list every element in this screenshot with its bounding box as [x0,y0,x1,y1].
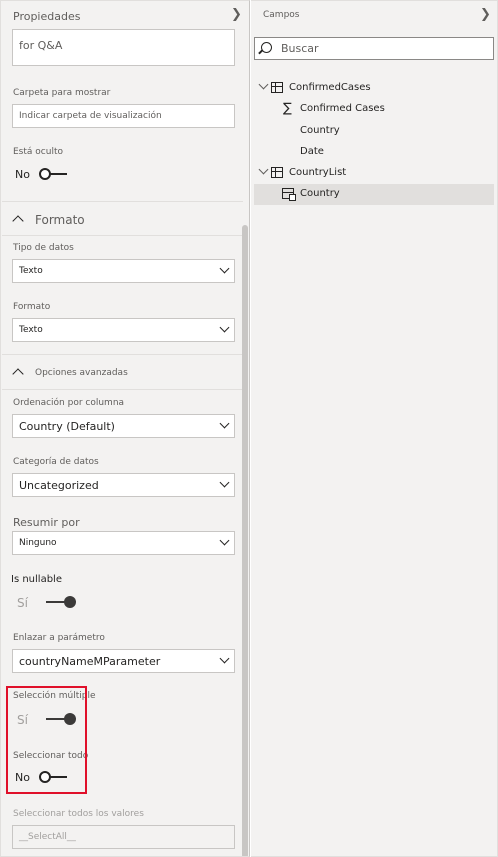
format-dropdown[interactable]: Texto [12,318,235,342]
expand-chevron-icon[interactable] [258,164,269,175]
sort-by-column-label: Ordenación por columna [13,398,125,408]
field-row-country[interactable]: Country [254,121,494,142]
qa-synonyms-field[interactable]: for Q&A [12,29,235,66]
hidden-label: Está oculto [13,147,63,157]
field-name: Confirmed Cases [300,103,385,114]
divider [2,389,243,390]
parameter-field-icon [282,188,296,201]
display-folder-input[interactable]: Indicar carpeta de visualización [12,104,235,128]
data-category-label: Categoría de datos [13,457,99,467]
field-row-date[interactable]: Date [254,142,494,163]
summarize-by-label: Resumir por [13,516,80,529]
chevron-down-icon [219,535,230,546]
hidden-state: No [15,168,30,181]
summarize-by-value: Ninguno [19,538,57,548]
field-name: Country [300,125,340,136]
select-all-values-label: Seleccionar todos los valores [13,809,144,819]
data-category-value: Uncategorized [19,479,99,492]
divider [2,354,243,355]
divider [2,201,243,202]
properties-title: Propiedades [13,10,81,23]
fields-pane: Campos ❯ Buscar ConfirmedCases ∑ Confirm… [251,0,498,857]
properties-pane: Propiedades ❯ for Q&A Carpeta para mostr… [0,0,250,857]
table-row-countrylist[interactable]: CountryList [254,163,494,184]
sort-by-column-dropdown[interactable]: Country (Default) [12,414,235,438]
table-row-confirmedcases[interactable]: ConfirmedCases [254,78,494,99]
nullable-toggle[interactable] [46,596,76,608]
field-name: Country [300,188,340,199]
bind-to-parameter-label: Enlazar a parámetro [13,633,105,643]
advanced-section-title[interactable]: Opciones avanzadas [35,368,128,378]
table-icon [271,167,283,178]
format-section-title[interactable]: Formato [35,213,85,227]
format-value: Texto [19,325,43,335]
field-row-confirmed-cases[interactable]: ∑ Confirmed Cases [254,99,494,120]
chevron-down-icon [219,418,230,429]
select-all-values-input[interactable]: __SelectAll__ [12,825,235,849]
advanced-section-chevron-icon[interactable] [12,368,24,380]
nullable-state: Sí [17,596,28,610]
sigma-icon: ∑ [283,101,292,116]
field-name: Date [300,146,324,157]
properties-scrollbar[interactable] [242,225,248,856]
chevron-down-icon [219,322,230,333]
table-name: CountryList [289,167,347,178]
format-section-chevron-icon[interactable] [12,215,24,227]
display-folder-label: Carpeta para mostrar [13,88,111,98]
qa-synonyms-text: for Q&A [19,39,63,52]
bind-to-parameter-dropdown[interactable]: countryNameMParameter [12,649,235,673]
hidden-toggle[interactable] [39,168,67,180]
nullable-label: Is nullable [11,574,62,585]
search-icon [261,42,272,53]
divider [2,235,243,236]
collapse-fields-chevron-icon[interactable]: ❯ [480,7,491,22]
display-folder-placeholder: Indicar carpeta de visualización [19,111,162,121]
data-category-dropdown[interactable]: Uncategorized [12,473,235,497]
fields-title: Campos [263,10,300,20]
data-type-dropdown[interactable]: Texto [12,259,235,283]
bind-to-parameter-value: countryNameMParameter [19,655,161,668]
sort-by-column-value: Country (Default) [19,420,115,433]
chevron-down-icon [219,653,230,664]
fields-search-input[interactable]: Buscar [254,37,494,60]
data-type-label: Tipo de datos [13,243,74,253]
collapse-properties-chevron-icon[interactable]: ❯ [231,7,242,22]
field-row-country-selected[interactable]: Country [254,184,494,205]
table-name: ConfirmedCases [289,82,371,93]
data-type-value: Texto [19,266,43,276]
format-label: Formato [13,302,51,312]
highlight-box [6,686,87,794]
chevron-down-icon [219,263,230,274]
expand-chevron-icon[interactable] [258,79,269,90]
select-all-values-value: __SelectAll__ [19,832,76,842]
summarize-by-dropdown[interactable]: Ninguno [12,531,235,555]
chevron-down-icon [219,477,230,488]
app-window: Propiedades ❯ for Q&A Carpeta para mostr… [0,0,498,857]
search-placeholder: Buscar [281,42,319,55]
table-icon [271,82,283,93]
